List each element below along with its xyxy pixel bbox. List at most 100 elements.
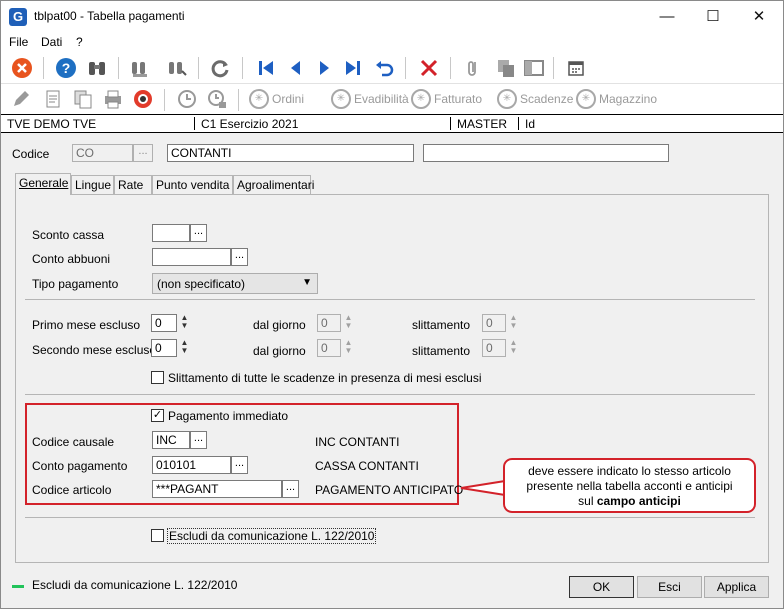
applica-button[interactable]: Applica	[704, 576, 769, 598]
status-text: Escludi da comunicazione L. 122/2010	[32, 578, 238, 592]
menu-dati[interactable]: Dati	[41, 35, 62, 49]
main-toolbar: ?	[1, 52, 783, 84]
toolbar-scadenze[interactable]: ✳ Scadenze	[497, 88, 573, 110]
document-icon[interactable]	[41, 87, 65, 111]
primo-mese-spinner[interactable]: ▲ ▼	[179, 314, 190, 332]
callout-line-3: sul campo anticipi	[578, 494, 681, 508]
menu-file[interactable]: File	[9, 35, 28, 49]
conto-abbuoni-input[interactable]	[152, 248, 231, 266]
primo-mese-label: Primo mese escluso	[32, 318, 141, 332]
support-icon[interactable]	[131, 87, 155, 111]
codice-input[interactable]: CO	[72, 144, 133, 162]
tab-punto-vendita[interactable]: Punto vendita	[152, 175, 233, 195]
codice-articolo-label: Codice articolo	[32, 483, 112, 497]
close-window-button[interactable]: ✕	[736, 1, 782, 32]
codice-articolo-input[interactable]: ***PAGANT	[152, 480, 282, 498]
conto-pagamento-lookup-button[interactable]: ...	[231, 456, 248, 474]
refresh-icon[interactable]	[208, 56, 232, 80]
descrizione-input[interactable]: CONTANTI	[167, 144, 414, 162]
app-icon: G	[9, 8, 27, 26]
user-label: MASTER	[457, 117, 508, 131]
secondary-toolbar: ✳ Ordini ✳ Evadibilità ✳ Fatturato ✳ Sca…	[1, 84, 783, 114]
tab-generale[interactable]: Generale	[15, 173, 71, 195]
pagamento-immediato-label: Pagamento immediato	[168, 409, 289, 423]
codice-lookup-button[interactable]: ...	[133, 144, 153, 162]
scadenze-icon: ✳	[497, 89, 517, 109]
documents-icon[interactable]	[71, 87, 95, 111]
toolbar-ordini[interactable]: ✳ Ordini	[249, 88, 304, 110]
conto-abbuoni-lookup-button[interactable]: ...	[231, 248, 248, 266]
slittamento-checkbox[interactable]	[151, 371, 164, 384]
conto-pagamento-label: Conto pagamento	[32, 459, 128, 473]
secondo-mese-spinner[interactable]: ▲ ▼	[179, 339, 190, 357]
dal-giorno-input-1[interactable]: 0	[317, 314, 341, 332]
tab-agroalimentari[interactable]: Agroalimentari	[233, 175, 314, 195]
toolbar-fatturato[interactable]: ✳ Fatturato	[411, 88, 482, 110]
conto-pagamento-description: CASSA CONTANTI	[315, 459, 419, 473]
dal-giorno-input-2[interactable]: 0	[317, 339, 341, 357]
codice-causale-label: Codice causale	[32, 435, 115, 449]
edit-pencil-icon[interactable]	[9, 87, 33, 111]
minimize-button[interactable]: —	[644, 1, 690, 32]
callout-pointer	[460, 480, 506, 496]
maximize-button[interactable]: ☐	[690, 1, 736, 32]
toolbar-magazzino[interactable]: ✳ Magazzino	[576, 88, 657, 110]
slittamento-label-2: slittamento	[412, 344, 471, 358]
search-advanced-icon[interactable]	[165, 56, 189, 80]
toolbar-evadibilita[interactable]: ✳ Evadibilità	[331, 88, 409, 110]
delete-icon[interactable]	[417, 56, 441, 80]
descrizione-extra-input[interactable]	[423, 144, 669, 162]
last-record-icon[interactable]	[341, 56, 365, 80]
conto-pagamento-input[interactable]: 010101	[152, 456, 231, 474]
history-user-icon[interactable]	[205, 87, 229, 111]
fatturato-icon: ✳	[411, 89, 431, 109]
dal-giorno-label-2: dal giorno	[253, 344, 306, 358]
calendar-icon[interactable]	[564, 56, 588, 80]
codice-causale-input[interactable]: INC	[152, 431, 190, 449]
help-icon[interactable]: ?	[54, 56, 78, 80]
menu-help[interactable]: ?	[76, 35, 83, 49]
slittamento-input-1[interactable]: 0	[482, 314, 506, 332]
secondo-mese-label: Secondo mese escluso	[32, 343, 157, 357]
pagamento-immediato-checkbox[interactable]: ✓	[151, 409, 164, 422]
slittamento-spinner-1[interactable]: ▲ ▼	[508, 314, 519, 332]
first-record-icon[interactable]	[254, 56, 278, 80]
tipo-pagamento-label: Tipo pagamento	[32, 277, 119, 291]
print-icon[interactable]	[101, 87, 125, 111]
dal-giorno-spinner-1[interactable]: ▲ ▼	[343, 314, 354, 332]
codice-causale-lookup-button[interactable]: ...	[190, 431, 207, 449]
codice-articolo-lookup-button[interactable]: ...	[282, 480, 299, 498]
binoculars-icon[interactable]	[85, 56, 109, 80]
tipo-pagamento-select[interactable]: (non specificato) ▼	[152, 273, 318, 294]
sconto-cassa-label: Sconto cassa	[32, 228, 105, 242]
ok-button[interactable]: OK	[569, 576, 634, 598]
annotation-callout: deve essere indicato lo stesso articolo …	[503, 458, 756, 513]
previous-record-icon[interactable]	[283, 56, 307, 80]
escludi-checkbox[interactable]	[151, 529, 164, 542]
window-title: tblpat00 - Tabella pagamenti	[34, 9, 185, 23]
search-filter-icon[interactable]	[128, 56, 152, 80]
slittamento-spinner-2[interactable]: ▲ ▼	[508, 339, 519, 357]
tab-lingue[interactable]: Lingue	[71, 175, 114, 195]
copy-icon[interactable]	[494, 56, 518, 80]
exercise-label: C1 Esercizio 2021	[201, 117, 299, 131]
layout-icon[interactable]	[522, 56, 546, 80]
sconto-cassa-input[interactable]	[152, 224, 190, 242]
menu-bar: File Dati ?	[1, 32, 783, 52]
ordini-icon: ✳	[249, 89, 269, 109]
title-bar: G tblpat00 - Tabella pagamenti — ☐ ✕	[1, 1, 783, 32]
attachment-icon[interactable]	[461, 56, 485, 80]
next-record-icon[interactable]	[312, 56, 336, 80]
secondo-mese-input[interactable]: 0	[151, 339, 177, 357]
dal-giorno-spinner-2[interactable]: ▲ ▼	[343, 339, 354, 357]
undo-icon[interactable]	[372, 56, 396, 80]
id-label: Id	[525, 117, 536, 131]
primo-mese-input[interactable]: 0	[151, 314, 177, 332]
esci-button[interactable]: Esci	[637, 576, 702, 598]
slittamento-input-2[interactable]: 0	[482, 339, 506, 357]
exit-icon[interactable]	[10, 56, 34, 80]
sconto-cassa-lookup-button[interactable]: ...	[190, 224, 207, 242]
history-icon[interactable]	[175, 87, 199, 111]
callout-line-2: presente nella tabella acconti e anticip…	[526, 479, 733, 493]
tab-rate[interactable]: Rate	[114, 175, 152, 195]
